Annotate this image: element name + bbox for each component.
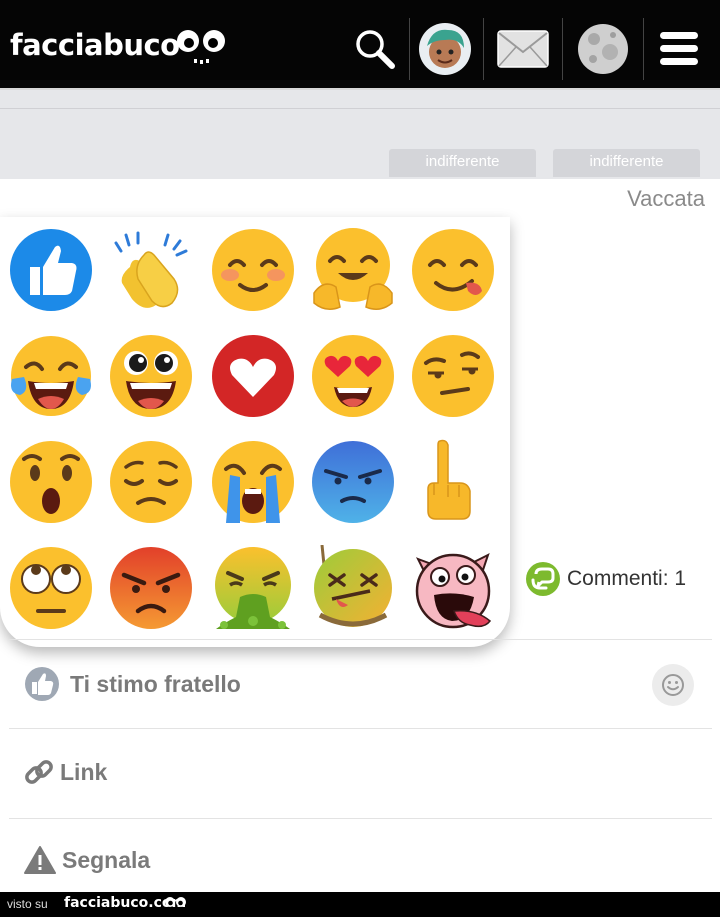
link-label: Link <box>60 758 108 785</box>
middle-finger-icon <box>427 439 471 520</box>
smiley-icon <box>662 674 684 696</box>
tab-indifferente-2[interactable]: indifferente <box>553 149 700 177</box>
reaction-vomiting[interactable] <box>210 545 296 631</box>
reaction-middle-finger[interactable] <box>410 439 496 525</box>
add-reaction-button[interactable] <box>652 664 694 706</box>
menu-button[interactable] <box>654 18 704 80</box>
reaction-hanged[interactable] <box>310 545 396 631</box>
crying-face-icon <box>212 441 294 523</box>
divider <box>9 728 712 729</box>
top-navigation-bar: facciabuco <box>0 0 720 88</box>
warning-icon <box>24 846 56 874</box>
angry-red-face-icon <box>110 547 192 629</box>
comment-badge <box>526 562 560 596</box>
smiling-face-icon <box>212 229 294 311</box>
hugging-face-icon <box>313 228 393 310</box>
reaction-hugging[interactable] <box>310 227 396 313</box>
report-label: Segnala <box>62 846 151 873</box>
reaction-clapping[interactable] <box>108 227 194 313</box>
menu-icon <box>660 32 698 65</box>
watermark-footer: visto su facciabuco.com <box>0 892 720 917</box>
reaction-picker <box>0 217 510 647</box>
report-action[interactable]: Segnala <box>24 845 150 875</box>
reaction-grinning-big-eyes[interactable] <box>108 333 194 419</box>
divider <box>9 818 712 819</box>
reaction-yum[interactable] <box>410 227 496 313</box>
pig-face-icon <box>415 553 492 629</box>
nav-separator <box>483 18 484 80</box>
search-icon <box>356 30 395 69</box>
like-label: Ti stimo fratello <box>70 670 241 697</box>
comments-link[interactable]: Commenti: 1 <box>526 562 686 596</box>
hanged-face-icon <box>314 545 392 627</box>
search-button[interactable] <box>350 18 400 80</box>
link-icon <box>25 760 53 784</box>
site-logo[interactable]: facciabuco <box>10 28 180 62</box>
profile-button[interactable] <box>416 18 474 80</box>
link-action[interactable]: Link <box>24 756 107 788</box>
yum-face-icon <box>412 229 494 311</box>
logo-eyes-icon <box>177 30 225 64</box>
messages-button[interactable] <box>494 18 552 80</box>
mail-icon <box>497 30 549 68</box>
heart-eyes-icon <box>312 335 394 417</box>
heart-icon <box>212 335 294 417</box>
reaction-pig[interactable] <box>410 545 496 631</box>
nav-separator <box>643 18 644 80</box>
vomiting-face-icon <box>215 547 291 629</box>
nav-separator <box>409 18 410 80</box>
reaction-tears-of-joy[interactable] <box>8 333 94 419</box>
reaction-heart[interactable] <box>210 333 296 419</box>
nav-separator <box>562 18 563 80</box>
tears-of-joy-icon <box>11 336 91 416</box>
raised-eyebrow-icon <box>412 335 494 417</box>
thumbs-up-icon <box>10 229 92 311</box>
footer-eyes-icon <box>165 897 186 907</box>
reaction-angry-red[interactable] <box>108 545 194 631</box>
reaction-crying[interactable] <box>210 439 296 525</box>
surprised-face-icon <box>10 441 92 523</box>
grinning-big-eyes-icon <box>110 335 192 417</box>
reaction-smiling[interactable] <box>210 227 296 313</box>
clapping-hands-icon <box>114 231 188 308</box>
reaction-thumbs-up[interactable] <box>8 227 94 313</box>
footer-prefix: visto su <box>7 897 48 911</box>
tab-indifferente-1[interactable]: indifferente <box>389 149 536 177</box>
comments-count: Commenti: 1 <box>567 567 687 590</box>
like-action[interactable]: Ti stimo fratello <box>24 666 241 702</box>
notifications-button[interactable] <box>574 18 632 80</box>
angry-blue-face-icon <box>312 441 394 523</box>
avatar-icon <box>419 23 471 75</box>
reaction-surprised[interactable] <box>8 439 94 525</box>
comment-bubble-icon <box>531 567 555 590</box>
divider <box>9 639 712 640</box>
pensive-face-icon <box>110 441 192 523</box>
moon-icon <box>578 24 628 74</box>
reaction-rolling-eyes[interactable] <box>8 545 94 631</box>
reaction-heart-eyes[interactable] <box>310 333 396 419</box>
post-title: Vaccata <box>627 186 705 211</box>
rolling-eyes-icon <box>10 547 92 629</box>
reaction-angry-blue[interactable] <box>310 439 396 525</box>
reaction-raised-eyebrow[interactable] <box>410 333 496 419</box>
thumbs-up-icon <box>25 667 59 701</box>
reaction-pensive[interactable] <box>108 439 194 525</box>
